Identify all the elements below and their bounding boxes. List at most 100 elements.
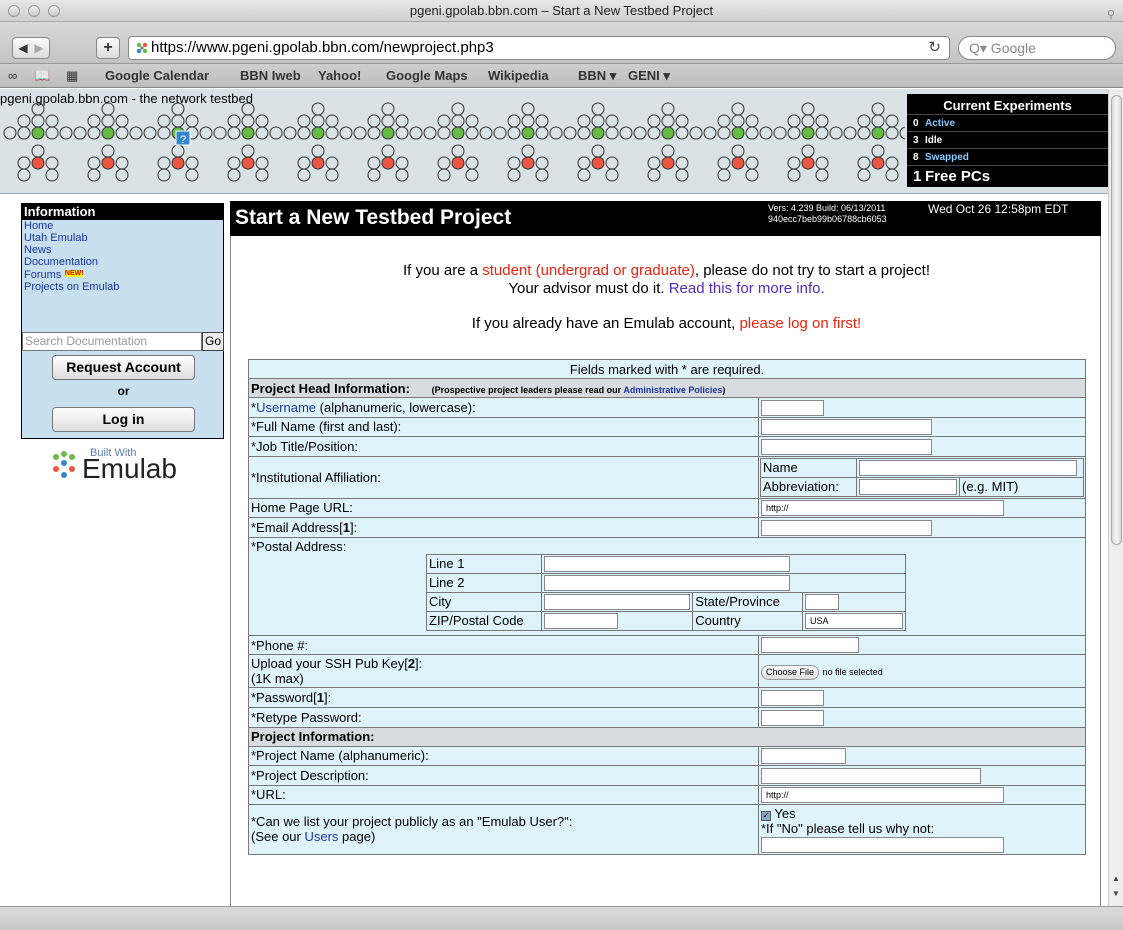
bookmark-bbn-menu[interactable]: BBN ▾ xyxy=(578,64,616,88)
read-more-info-link[interactable]: Read this for more info. xyxy=(669,280,825,297)
why-not-input[interactable] xyxy=(761,836,1004,853)
idle-label[interactable]: Idle xyxy=(925,135,942,146)
back-forward-buttons[interactable]: ◀ ▶ xyxy=(12,37,50,59)
users-page-link[interactable]: Users xyxy=(304,829,338,844)
request-account-button[interactable]: Request Account xyxy=(52,355,195,380)
svg-text:?: ? xyxy=(180,134,186,146)
window-title: pgeni.gpolab.bbn.com – Start a New Testb… xyxy=(409,3,714,18)
sidebar-link-documentation[interactable]: Documentation xyxy=(22,256,223,268)
project-name-input[interactable] xyxy=(761,748,846,765)
close-window-button[interactable] xyxy=(8,5,20,17)
idle-count: 3 xyxy=(913,135,919,146)
section-project-info: Project Information: xyxy=(248,726,1086,747)
affiliation-fields: Name Abbreviation: (e.g. MIT) xyxy=(760,457,1084,497)
sidebar-link-utah-emulab[interactable]: Utah Emulab xyxy=(22,232,223,244)
country-input[interactable]: USA xyxy=(805,613,903,630)
username-help-link[interactable]: Username xyxy=(256,400,316,415)
aff-abbrev-label: Abbreviation: xyxy=(760,476,857,497)
main-content: If you are a student (undergrad or gradu… xyxy=(230,236,1101,906)
new-project-form: Fields marked with * are required. Proje… xyxy=(248,359,1086,855)
zoom-window-button[interactable] xyxy=(48,5,60,17)
fullname-input[interactable] xyxy=(761,419,932,436)
username-label: *Username (alphanumeric, lowercase): xyxy=(248,397,759,418)
sidebar-link-projects-on-emulab[interactable]: Projects on Emulab xyxy=(22,281,223,293)
intro-line-3: If you already have an Emulab account, p… xyxy=(231,315,1102,332)
homepage-input[interactable]: http:// xyxy=(761,500,1004,517)
swapped-label[interactable]: Swapped xyxy=(925,152,969,163)
vertical-scrollbar[interactable]: ▲ ▼ xyxy=(1108,89,1123,906)
line2-label: Line 2 xyxy=(425,572,543,593)
note-text: ) xyxy=(722,384,726,395)
back-icon[interactable]: ◀ xyxy=(18,41,27,55)
new-badge: NEW! xyxy=(64,270,84,277)
version-info: Vers: 4.239 Build: 06/13/2011 940ecc7beb… xyxy=(768,203,887,225)
sidebar-link-home[interactable]: Home xyxy=(22,220,223,232)
label-text: *Password[ xyxy=(251,690,317,706)
address-line1-input[interactable] xyxy=(544,556,791,573)
sidebar-link-forums[interactable]: Forums xyxy=(24,269,61,281)
yes-checkbox[interactable]: ✓ xyxy=(761,811,771,822)
bookmark-bbn-iweb[interactable]: BBN Iweb xyxy=(240,64,301,88)
scroll-down-icon[interactable]: ▼ xyxy=(1112,889,1120,898)
experiments-active[interactable]: 0 Active xyxy=(907,114,1108,131)
address-bar[interactable]: https://www.pgeni.gpolab.bbn.com/newproj… xyxy=(128,36,950,60)
bookmarks-book-icon[interactable]: 📖 xyxy=(34,64,50,88)
sshkey-max-note: (1K max) xyxy=(251,671,304,687)
bookmark-yahoo[interactable]: Yahoo! xyxy=(318,64,361,88)
label-text: *Email Address[ xyxy=(251,520,343,536)
label-text: *Can we list your project publicly as an… xyxy=(251,814,573,830)
address-line2-input[interactable] xyxy=(544,575,791,592)
top-sites-grid-icon[interactable]: ▦ xyxy=(66,64,78,88)
aff-name-input[interactable] xyxy=(859,459,1077,476)
password-input[interactable] xyxy=(761,689,824,706)
zip-input[interactable] xyxy=(544,613,619,630)
experiments-swapped[interactable]: 8 Swapped xyxy=(907,148,1108,165)
bookmarks-bar: ∞ 📖 ▦ Google Calendar BBN Iweb Yahoo! Go… xyxy=(0,64,1123,88)
email-input[interactable] xyxy=(761,519,932,536)
choose-file-button[interactable]: Choose File xyxy=(761,664,820,680)
log-on-first-link[interactable]: please log on first! xyxy=(739,315,861,332)
search-go-button[interactable]: Go xyxy=(202,332,224,351)
experiments-idle[interactable]: 3 Idle xyxy=(907,131,1108,148)
bookmark-google-calendar[interactable]: Google Calendar xyxy=(105,64,209,88)
administrative-policies-link[interactable]: Administrative Policies xyxy=(623,385,722,395)
sidebar-heading: Information xyxy=(22,204,223,220)
retype-password-input[interactable] xyxy=(761,709,824,726)
label-text: page) xyxy=(338,829,376,845)
state-input[interactable] xyxy=(805,594,839,611)
sidebar-link-news[interactable]: News xyxy=(22,244,223,256)
city-input[interactable] xyxy=(544,594,691,611)
note-text: (Prospective project leaders please read… xyxy=(431,384,624,395)
testbed-banner[interactable]: ? pgeni.gpolab.bbn.com - the network tes… xyxy=(0,89,1108,194)
add-bookmark-button[interactable]: + xyxy=(96,37,120,59)
forward-icon[interactable]: ▶ xyxy=(34,41,43,55)
phone-label: *Phone #: xyxy=(248,634,759,656)
username-input[interactable] xyxy=(761,399,824,416)
project-url-input[interactable]: http:// xyxy=(761,787,1004,804)
bookmark-google-maps[interactable]: Google Maps xyxy=(386,64,468,88)
scrollbar-thumb[interactable] xyxy=(1111,95,1122,545)
student-link[interactable]: student (undergrad or graduate) xyxy=(482,262,695,279)
search-documentation-input[interactable]: Search Documentation xyxy=(22,332,202,351)
jobtitle-input[interactable] xyxy=(761,438,932,455)
active-label[interactable]: Active xyxy=(925,118,955,129)
aff-abbrev-input[interactable] xyxy=(859,478,957,495)
log-in-button[interactable]: Log in xyxy=(52,407,195,432)
built-with-emulab-logo[interactable]: Built With Emulab xyxy=(48,447,198,487)
city-label: City xyxy=(425,591,543,612)
aff-example: (e.g. MIT) xyxy=(959,476,1084,497)
reading-list-icon[interactable]: ∞ xyxy=(8,64,17,88)
active-count: 0 xyxy=(913,118,919,129)
reload-icon[interactable]: ↻ xyxy=(928,37,941,59)
bookmark-wikipedia[interactable]: Wikipedia xyxy=(488,64,549,88)
minimize-window-button[interactable] xyxy=(28,5,40,17)
sidebar: Information Home Utah Emulab News Docume… xyxy=(21,203,224,439)
project-description-input[interactable] xyxy=(761,767,981,784)
phone-input[interactable] xyxy=(761,637,859,654)
scroll-up-icon[interactable]: ▲ xyxy=(1112,874,1120,883)
zip-label: ZIP/Postal Code xyxy=(425,610,543,631)
list-publicly-options: ✓ Yes *If "No" please tell us why not: xyxy=(758,804,1086,855)
intro-text: , please do not try to start a project! xyxy=(694,262,930,279)
bookmark-geni-menu[interactable]: GENI ▾ xyxy=(628,64,670,88)
google-search-field[interactable]: Q▾ Google xyxy=(958,36,1116,60)
